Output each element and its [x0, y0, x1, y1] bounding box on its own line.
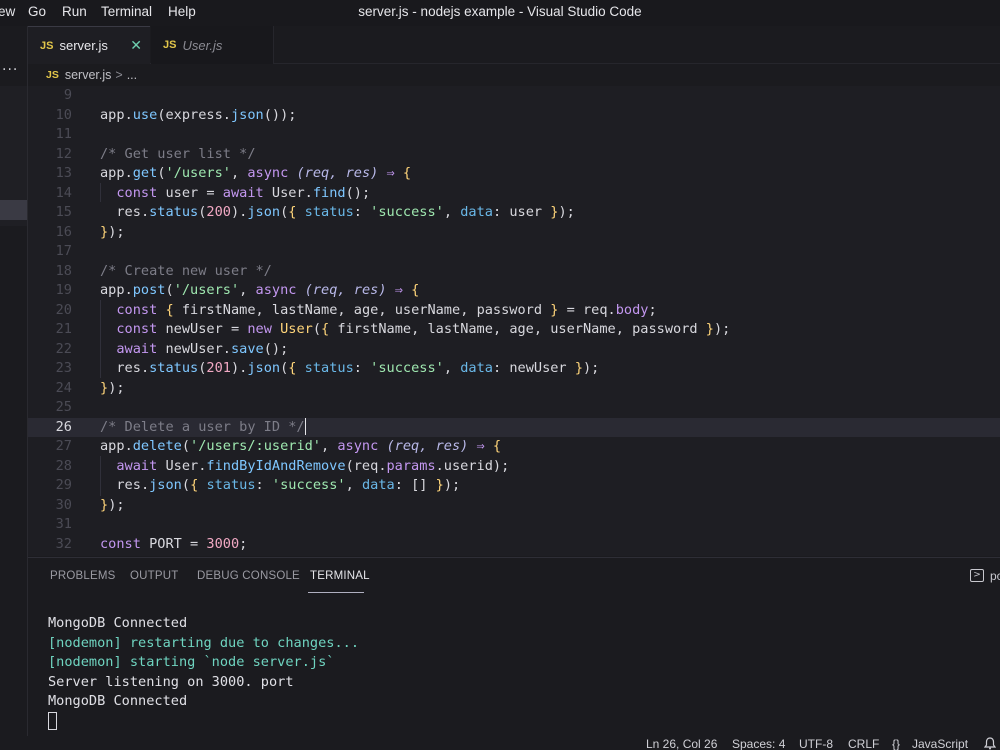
line-number: 12 [55, 145, 72, 162]
line-number: 26 [55, 418, 72, 435]
braces-icon: {} [892, 737, 901, 750]
code-line: 30}); [28, 496, 1000, 516]
bottom-panel: PROBLEMS OUTPUT DEBUG CONSOLE TERMINAL >… [28, 557, 1000, 740]
line-number: 28 [55, 457, 72, 474]
code-line: 29 res.json({ status: 'success', data: [… [28, 476, 1000, 496]
line-number: 25 [55, 399, 72, 415]
close-icon[interactable]: ✕ [130, 37, 142, 54]
line-number: 31 [55, 516, 72, 532]
tab-label: User.js [182, 37, 223, 53]
tab-problems[interactable]: PROBLEMS [50, 570, 116, 582]
line-number: 17 [55, 243, 72, 259]
tab-server-js[interactable]: JS server.js ✕ [28, 26, 150, 64]
code-line: 15 res.status(200).json({ status: 'succe… [28, 203, 1000, 223]
language-mode[interactable]: JavaScript [912, 737, 968, 750]
code-line-current: 26/* Delete a user by ID */ [28, 417, 1000, 437]
menu-run[interactable]: Run [62, 4, 87, 19]
indentation-setting[interactable]: Spaces: 4 [732, 737, 785, 750]
tab-user-js[interactable]: JS User.js [151, 26, 274, 64]
terminal-output-line: Server listening on 3000. port [48, 673, 294, 690]
tab-terminal[interactable]: TERMINAL [310, 570, 370, 582]
line-number: 23 [55, 360, 72, 376]
breadcrumb-file[interactable]: server.js [65, 68, 112, 82]
terminal-output-line: [nodemon] restarting due to changes... [48, 634, 359, 651]
code-line: 27 app.delete('/users/:userid', async (re… [28, 437, 1000, 457]
line-number: 21 [55, 321, 72, 337]
javascript-file-icon: JS [40, 39, 54, 52]
code-line: 21 const newUser = new User({ firstName,… [28, 320, 1000, 340]
line-number: 30 [55, 496, 72, 513]
line-number: 14 [55, 184, 72, 201]
code-line: 20 const { firstName, lastName, age, use… [28, 301, 1000, 321]
code-line: 9 [28, 86, 1000, 106]
terminal-cursor[interactable] [48, 712, 57, 730]
cursor-position[interactable]: Ln 26, Col 26 [646, 737, 717, 750]
line-number: 27 [55, 438, 72, 454]
line-number: 9 [63, 87, 72, 103]
code-line: 22 await newUser.save(); [28, 340, 1000, 360]
line-number: 15 [55, 204, 72, 220]
code-line: 16}); [28, 223, 1000, 243]
menu-view[interactable]: ew [0, 4, 15, 19]
menu-go[interactable]: Go [28, 4, 46, 19]
code-line: 31 [28, 515, 1000, 535]
bell-icon[interactable] [983, 737, 997, 750]
more-actions-icon[interactable]: ··· [2, 62, 18, 78]
tab-label: server.js [59, 38, 108, 53]
code-line: 18/* Create new user */ [28, 262, 1000, 282]
panel-tab-bar: PROBLEMS OUTPUT DEBUG CONSOLE TERMINAL >… [28, 558, 1000, 594]
code-line: 28 await User.findByIdAndRemove(req.para… [28, 457, 1000, 477]
terminal-icon[interactable]: > [970, 569, 984, 582]
javascript-file-icon: JS [163, 39, 177, 51]
terminal-output-line: [nodemon] starting `node server.js` [48, 654, 335, 670]
line-number: 11 [55, 126, 72, 142]
line-number: 29 [55, 477, 72, 493]
javascript-file-icon: JS [46, 69, 59, 81]
code-line: 32 const PORT = 3000; [28, 535, 1000, 555]
chevron-right-icon: > [115, 68, 123, 82]
code-line: 10 app.use(express.json()); [28, 106, 1000, 126]
terminal-output-line: MongoDB Connected [48, 615, 188, 631]
text-cursor [304, 418, 306, 435]
code-line: 14 const user = await User.find(); [28, 184, 1000, 204]
code-line: 25 [28, 398, 1000, 418]
line-ending-setting[interactable]: CRLF [848, 737, 879, 750]
line-number: 32 [55, 535, 72, 552]
line-number: 19 [55, 282, 72, 298]
code-line: 24}); [28, 379, 1000, 399]
menu-help[interactable]: Help [168, 4, 196, 19]
breadcrumb: JS server.js > ... [46, 66, 137, 84]
active-tab-indicator [308, 592, 364, 593]
code-line: 23 res.status(201).json({ status: 'succe… [28, 359, 1000, 379]
sidebar-selected-item[interactable] [0, 200, 27, 220]
encoding-setting[interactable]: UTF-8 [799, 737, 833, 750]
line-number: 22 [55, 340, 72, 357]
code-line: 13 app.get('/users', async (req, res) ⇒ { [28, 164, 1000, 184]
code-line: 11 [28, 125, 1000, 145]
terminal-output-line: MongoDB Connected [48, 693, 188, 709]
tab-debug-console[interactable]: DEBUG CONSOLE [197, 570, 300, 582]
line-number: 24 [55, 379, 72, 396]
code-line: 12/* Get user list */ [28, 145, 1000, 165]
line-number: 16 [55, 223, 72, 240]
breadcrumb-symbol[interactable]: ... [127, 68, 137, 82]
line-number: 18 [55, 262, 72, 279]
line-number: 13 [55, 165, 72, 181]
title-bar: ew Go Run Terminal Help server.js - node… [0, 0, 1000, 26]
editor-tab-bar: JS server.js ✕ JS User.js [28, 26, 1000, 64]
terminal-name[interactable]: pc [990, 569, 1000, 583]
line-number: 10 [55, 106, 72, 123]
code-line: 19 app.post('/users', async (req, res) ⇒ … [28, 281, 1000, 301]
status-bar: Ln 26, Col 26 Spaces: 4 UTF-8 CRLF {} Ja… [0, 736, 1000, 750]
code-editor[interactable]: 9 10 app.use(express.json()); 11 12/* Get… [28, 86, 1000, 556]
line-number: 20 [55, 301, 72, 318]
code-line: 17 [28, 242, 1000, 262]
tab-output[interactable]: OUTPUT [130, 570, 178, 582]
menu-terminal[interactable]: Terminal [101, 4, 152, 19]
